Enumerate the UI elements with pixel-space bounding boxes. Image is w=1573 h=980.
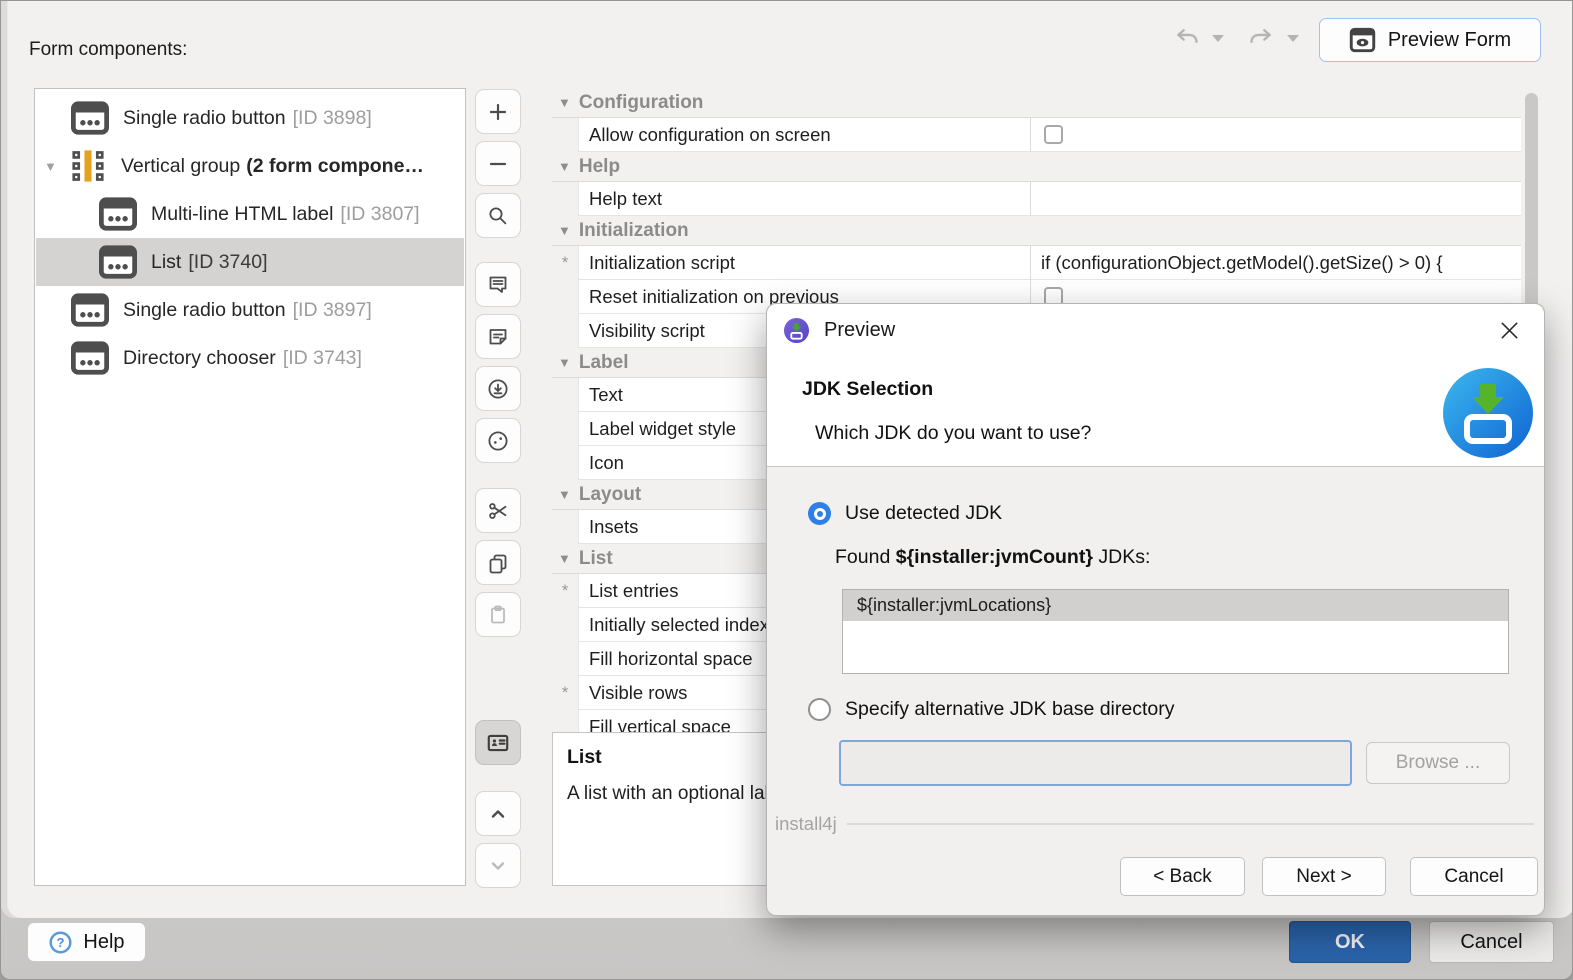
tree-item-single-radio-3898[interactable]: Single radio button [ID 3898] xyxy=(36,94,464,142)
download-button[interactable] xyxy=(475,366,521,411)
add-button[interactable] xyxy=(475,89,521,134)
allow-configuration-checkbox[interactable] xyxy=(1044,125,1063,144)
help-text-value[interactable] xyxy=(1031,182,1521,216)
dialog-header: JDK Selection Which JDK do you want to u… xyxy=(767,356,1544,467)
screen-heading: JDK Selection xyxy=(802,378,934,400)
remove-button[interactable] xyxy=(475,141,521,186)
help-button[interactable]: ? Help xyxy=(27,922,146,962)
search-button[interactable] xyxy=(475,193,521,238)
note-icon xyxy=(489,328,507,344)
paste-button[interactable] xyxy=(475,592,521,637)
tree-item-single-radio-3897[interactable]: Single radio button [ID 3897] xyxy=(36,286,464,334)
paste-icon xyxy=(491,605,505,623)
copy-icon xyxy=(489,554,507,573)
id-card-icon xyxy=(487,734,509,751)
socket-button[interactable] xyxy=(475,418,521,463)
collapse-triangle-icon: ▼ xyxy=(558,551,571,566)
install4j-form-editor-window: Form components: Preview Form Single rad… xyxy=(0,0,1573,980)
help-label: Help xyxy=(83,930,125,953)
browse-button[interactable]: Browse ... xyxy=(1366,742,1510,784)
move-up-icon xyxy=(491,809,505,818)
collapse-triangle-icon: ▼ xyxy=(558,223,571,238)
add-icon xyxy=(489,103,507,120)
move-down-button[interactable] xyxy=(475,843,521,888)
collapse-triangle-icon: ▼ xyxy=(558,487,571,502)
cancel-button[interactable]: Cancel xyxy=(1429,921,1554,963)
remove-icon xyxy=(489,162,507,165)
jdk-directory-input[interactable] xyxy=(839,740,1352,786)
form-component-icon xyxy=(71,101,109,135)
jdk-locations-listbox[interactable]: ${installer:jvmLocations} xyxy=(842,589,1509,674)
required-marker: * xyxy=(552,574,579,608)
radio-unselected-icon[interactable] xyxy=(808,698,831,721)
form-component-icon xyxy=(99,245,137,279)
vertical-group-icon xyxy=(72,150,104,182)
preview-form-button[interactable]: Preview Form xyxy=(1319,18,1541,62)
form-component-icon xyxy=(99,197,137,231)
required-marker: * xyxy=(552,676,579,710)
brand-separator: install4j xyxy=(775,813,1538,835)
dialog-title-bar[interactable]: Preview xyxy=(767,304,1544,356)
tree-item-vertical-group[interactable]: ▼ Vertical group (2 form compone… xyxy=(36,142,464,190)
section-configuration[interactable]: ▼ Configuration xyxy=(552,88,1521,118)
comment-button[interactable] xyxy=(475,262,521,307)
radio-use-detected-jdk[interactable]: Use detected JDK xyxy=(808,502,1002,525)
dialog-title: Preview xyxy=(824,318,896,341)
form-components-tree: Single radio button [ID 3898] ▼ Vertical… xyxy=(34,88,466,886)
socket-icon xyxy=(488,430,508,451)
radio-specify-alternative[interactable]: Specify alternative JDK base directory xyxy=(808,698,1174,721)
preview-form-label: Preview Form xyxy=(1387,28,1512,51)
comment-icon xyxy=(489,276,507,293)
undo-dropdown-icon[interactable] xyxy=(1212,35,1224,42)
tree-item-directory-chooser[interactable]: Directory chooser [ID 3743] xyxy=(36,334,464,382)
id-card-button[interactable] xyxy=(475,720,521,765)
section-initialization[interactable]: ▼ Initialization xyxy=(552,216,1521,246)
section-help[interactable]: ▼ Help xyxy=(552,152,1521,182)
redo-dropdown-icon[interactable] xyxy=(1287,35,1299,42)
copy-button[interactable] xyxy=(475,540,521,585)
svg-text:?: ? xyxy=(57,935,65,950)
install4j-app-icon xyxy=(783,317,810,343)
property-row-allow-configuration[interactable]: Allow configuration on screen xyxy=(552,118,1521,152)
jdk-list-selected-item[interactable]: ${installer:jvmLocations} xyxy=(843,590,1508,621)
undo-button[interactable] xyxy=(1169,22,1203,56)
form-component-icon xyxy=(71,341,109,375)
collapse-triangle-icon: ▼ xyxy=(558,355,571,370)
expander-triangle-icon[interactable]: ▼ xyxy=(36,159,66,174)
preview-dialog: Preview JDK Selection Which JDK do you w… xyxy=(766,303,1545,916)
initialization-script-value[interactable]: if (configurationObject.getModel().getSi… xyxy=(1031,246,1521,280)
found-jdks-line: Found ${installer:jvmCount} JDKs: xyxy=(835,546,1151,568)
move-up-button[interactable] xyxy=(475,791,521,836)
move-down-icon xyxy=(491,861,505,870)
form-component-icon xyxy=(71,293,109,327)
preview-eye-icon xyxy=(1349,27,1376,53)
brand-label: install4j xyxy=(775,813,837,834)
search-icon xyxy=(489,207,507,224)
required-marker: * xyxy=(552,246,579,280)
help-question-icon: ? xyxy=(49,930,72,954)
cut-button[interactable] xyxy=(475,488,521,533)
installer-download-icon xyxy=(1443,368,1533,458)
tree-item-list-3740-selected[interactable]: List [ID 3740] xyxy=(36,238,464,286)
collapse-triangle-icon: ▼ xyxy=(558,95,571,110)
form-components-label: Form components: xyxy=(29,39,188,60)
property-row-help-text[interactable]: Help text xyxy=(552,182,1521,216)
undo-icon xyxy=(1177,29,1198,44)
ok-button[interactable]: OK xyxy=(1289,921,1411,963)
close-icon[interactable] xyxy=(1496,317,1522,343)
tree-item-multiline-html-label[interactable]: Multi-line HTML label [ID 3807] xyxy=(36,190,464,238)
download-circle-icon xyxy=(488,378,508,399)
back-button[interactable]: < Back xyxy=(1120,857,1245,896)
radio-selected-icon[interactable] xyxy=(808,502,831,525)
cut-icon xyxy=(489,502,507,519)
next-button[interactable]: Next > xyxy=(1262,857,1386,896)
screen-subheading: Which JDK do you want to use? xyxy=(815,422,1092,444)
dialog-cancel-button[interactable]: Cancel xyxy=(1410,857,1538,896)
redo-icon xyxy=(1250,29,1271,44)
collapse-triangle-icon: ▼ xyxy=(558,159,571,174)
property-row-initialization-script[interactable]: * Initialization script if (configuratio… xyxy=(552,246,1521,280)
redo-button[interactable] xyxy=(1245,22,1279,56)
note-button[interactable] xyxy=(475,314,521,359)
